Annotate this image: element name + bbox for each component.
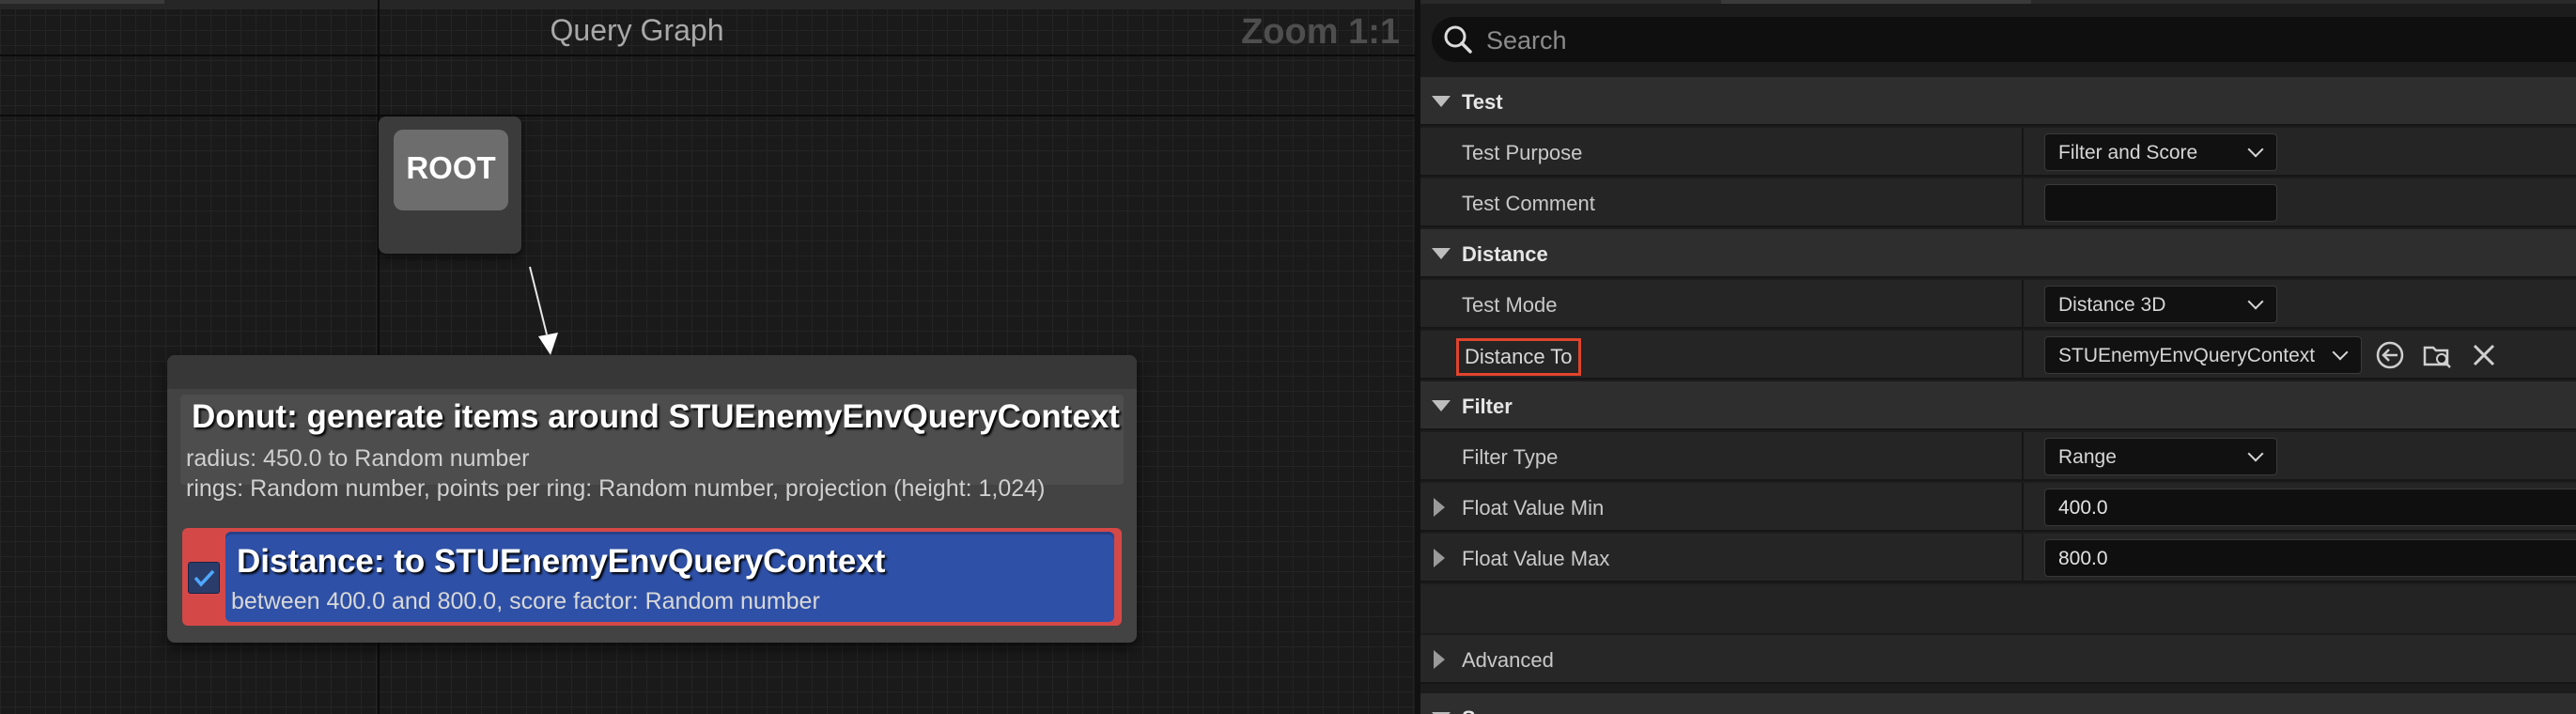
generator-desc-line1: radius: 450.0 to Random number bbox=[186, 445, 530, 472]
input-value: 800.0 bbox=[2058, 548, 2108, 569]
column-divider[interactable] bbox=[2022, 280, 2024, 329]
node-input-pin[interactable] bbox=[167, 355, 1137, 389]
collapse-arrow-icon bbox=[1432, 96, 1451, 107]
input-value: 400.0 bbox=[2058, 497, 2108, 519]
details-panel: Search Test Test Purpose Filter and Scor… bbox=[1420, 0, 2576, 714]
dropdown-value: Filter and Score bbox=[2058, 142, 2198, 163]
expand-arrow-icon bbox=[1434, 650, 1445, 669]
category-label: Filter bbox=[1462, 395, 1513, 418]
prop-label: Test Comment bbox=[1462, 192, 1595, 215]
use-selected-icon[interactable] bbox=[2375, 340, 2405, 370]
category-test[interactable]: Test bbox=[1420, 77, 2576, 126]
expand-arrow-icon[interactable] bbox=[1434, 498, 1445, 517]
prop-row-float-min: Float Value Min 400.0 bbox=[1420, 483, 2576, 532]
root-node-body: ROOT bbox=[394, 130, 508, 210]
expand-arrow-icon[interactable] bbox=[1434, 549, 1445, 567]
zoom-label: Zoom 1:1 bbox=[1241, 12, 1400, 52]
chevron-down-icon bbox=[2247, 141, 2264, 158]
filter-type-dropdown[interactable]: Range bbox=[2044, 438, 2277, 475]
distance-test-node[interactable]: Distance: to STUEnemyEnvQueryContext bet… bbox=[182, 528, 1122, 626]
test-enabled-checkbox[interactable] bbox=[188, 562, 220, 594]
distance-to-dropdown[interactable]: STUEnemyEnvQueryContext bbox=[2044, 336, 2362, 374]
checkmark-icon bbox=[194, 569, 215, 587]
category-distance[interactable]: Distance bbox=[1420, 229, 2576, 278]
prop-label: Test Purpose bbox=[1462, 141, 1583, 164]
prop-row-test-comment: Test Comment bbox=[1420, 178, 2576, 227]
prop-label: Float Value Max bbox=[1462, 547, 1610, 570]
generator-desc-line2: rings: Random number, points per ring: R… bbox=[186, 475, 1046, 502]
column-divider[interactable] bbox=[2022, 483, 2024, 532]
category-label: Score bbox=[1462, 706, 1519, 714]
details-tab-bar bbox=[1420, 0, 2576, 4]
float-value-min-input[interactable]: 400.0 bbox=[2044, 489, 2576, 526]
chevron-down-icon bbox=[2332, 344, 2349, 361]
clear-icon[interactable] bbox=[2469, 340, 2499, 370]
graph-tab-bar bbox=[0, 0, 1415, 9]
root-label: ROOT bbox=[406, 150, 496, 185]
grid-major-line bbox=[0, 54, 1415, 56]
grid-major-line bbox=[0, 115, 1415, 116]
column-divider[interactable] bbox=[2022, 534, 2024, 582]
chevron-down-icon bbox=[2247, 293, 2264, 310]
test-comment-input[interactable] bbox=[2044, 184, 2277, 222]
chevron-down-icon bbox=[2247, 445, 2264, 462]
test-desc: between 400.0 and 800.0, score factor: R… bbox=[231, 588, 820, 614]
column-divider[interactable] bbox=[2022, 178, 2024, 227]
prop-row-distance-to: Distance To STUEnemyEnvQueryContext bbox=[1420, 331, 2576, 380]
distance-test-body: Distance: to STUEnemyEnvQueryContext bet… bbox=[225, 532, 1114, 622]
category-advanced[interactable]: Advanced bbox=[1420, 635, 2576, 684]
dropdown-value: Range bbox=[2058, 446, 2117, 468]
dropdown-value: STUEnemyEnvQueryContext bbox=[2058, 345, 2316, 366]
generator-title: Donut: generate items around STUEnemyEnv… bbox=[192, 398, 1120, 435]
column-divider[interactable] bbox=[2022, 432, 2024, 481]
prop-row-test-purpose: Test Purpose Filter and Score bbox=[1420, 128, 2576, 177]
prop-label: Test Mode bbox=[1462, 293, 1558, 317]
graph-title: Query Graph bbox=[550, 13, 724, 47]
prop-row-test-mode: Test Mode Distance 3D bbox=[1420, 280, 2576, 329]
prop-label-highlighted: Distance To bbox=[1456, 338, 1581, 376]
search-placeholder: Search bbox=[1486, 26, 1567, 54]
category-score[interactable]: Score bbox=[1420, 693, 2576, 714]
float-value-max-input[interactable]: 800.0 bbox=[2044, 539, 2576, 577]
category-label: Advanced bbox=[1462, 648, 1554, 672]
root-node[interactable]: ROOT bbox=[379, 116, 521, 254]
spacer-row bbox=[1420, 584, 2576, 633]
category-filter[interactable]: Filter bbox=[1420, 381, 2576, 430]
dropdown-value: Distance 3D bbox=[2058, 294, 2166, 316]
prop-label: Filter Type bbox=[1462, 445, 1559, 469]
category-label: Distance bbox=[1462, 242, 1548, 266]
collapse-arrow-icon bbox=[1432, 248, 1451, 259]
generator-node[interactable]: Donut: generate items around STUEnemyEnv… bbox=[167, 355, 1137, 643]
test-mode-dropdown[interactable]: Distance 3D bbox=[2044, 286, 2277, 323]
connection-arrow bbox=[529, 266, 558, 355]
column-divider[interactable] bbox=[2022, 128, 2024, 177]
category-label: Test bbox=[1462, 90, 1503, 114]
prop-label: Float Value Min bbox=[1462, 496, 1605, 520]
search-icon bbox=[1444, 25, 1472, 54]
query-graph-panel[interactable]: Query Graph Zoom 1:1 ROOT Donut: generat… bbox=[0, 0, 1415, 714]
prop-row-filter-type: Filter Type Range bbox=[1420, 432, 2576, 481]
collapse-arrow-icon bbox=[1432, 400, 1451, 411]
test-title: Distance: to STUEnemyEnvQueryContext bbox=[237, 543, 886, 580]
test-purpose-dropdown[interactable]: Filter and Score bbox=[2044, 133, 2277, 171]
column-divider[interactable] bbox=[2022, 331, 2024, 380]
prop-row-float-max: Float Value Max 800.0 bbox=[1420, 534, 2576, 582]
search-input[interactable]: Search bbox=[1432, 17, 2576, 62]
browse-folder-icon[interactable] bbox=[2422, 340, 2452, 370]
